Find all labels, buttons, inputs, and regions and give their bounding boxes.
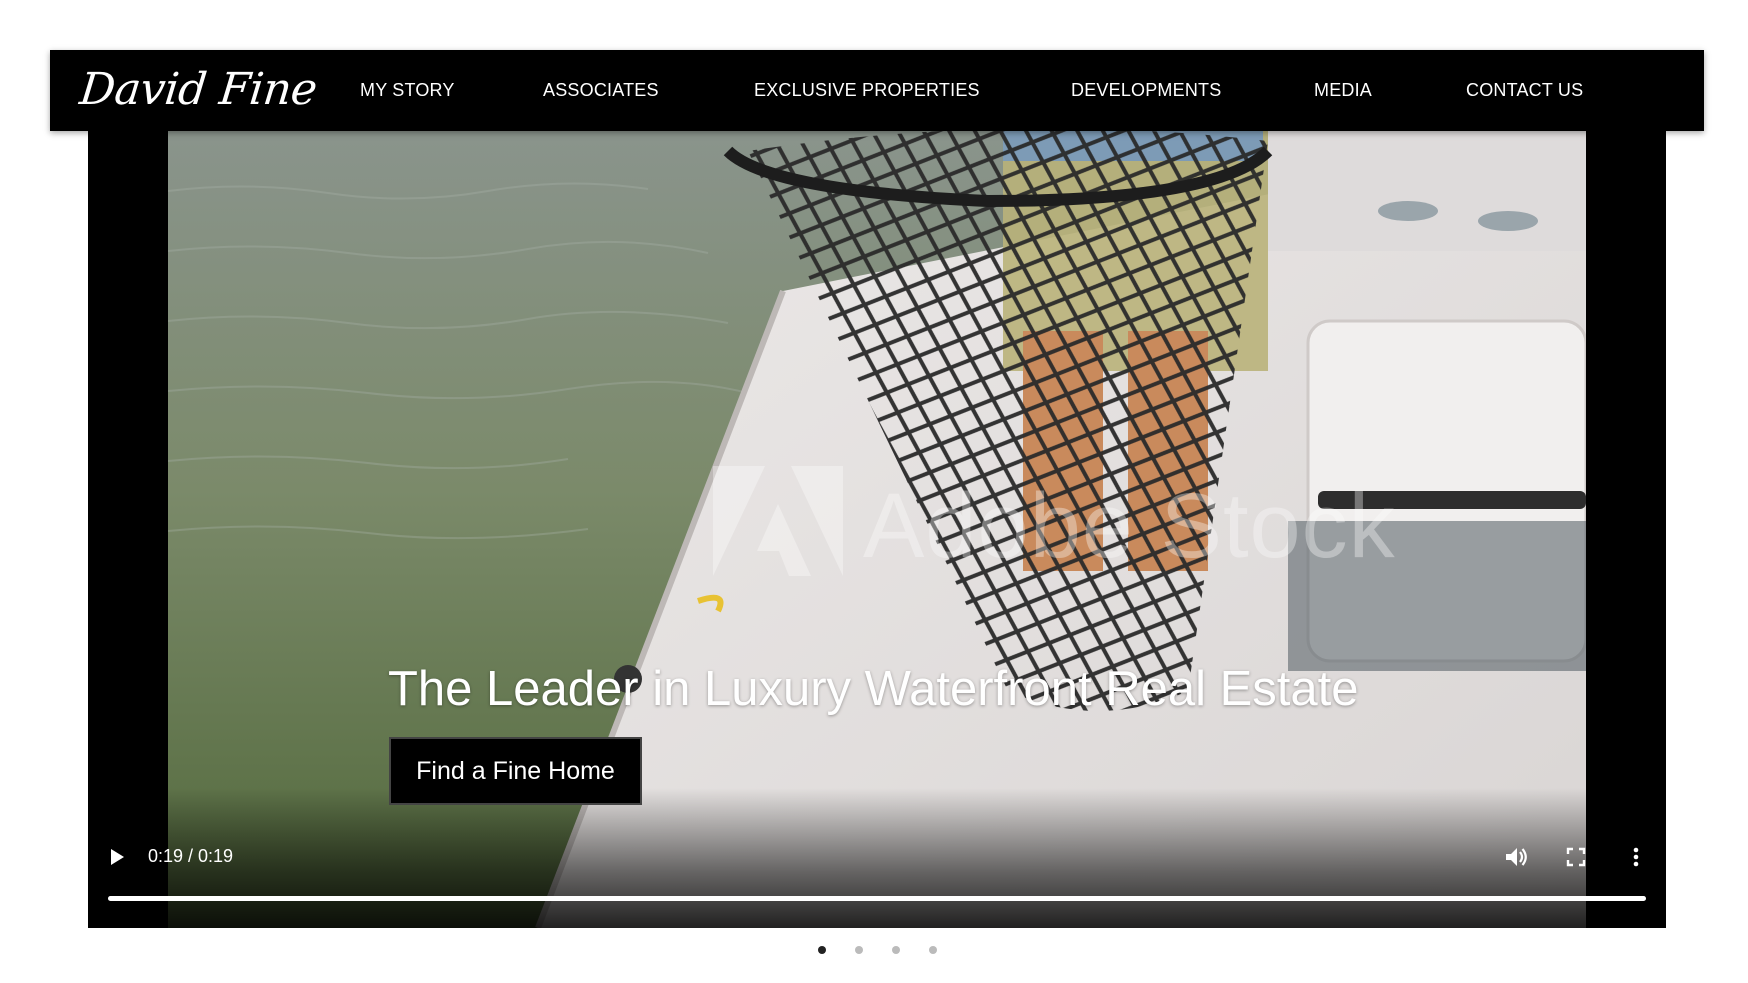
hero-headline: The Leader in Luxury Waterfront Real Est… [388,662,1359,716]
nav-item-associates[interactable]: ASSOCIATES [543,50,659,131]
carousel-dot[interactable] [892,946,900,954]
nav-item-exclusive-properties[interactable]: EXCLUSIVE PROPERTIES [754,50,980,131]
volume-icon [1506,848,1527,866]
fullscreen-icon [1566,847,1586,867]
carousel-dots [0,946,1748,956]
more-options-button[interactable] [1621,842,1651,872]
controls-overlay [88,788,1666,928]
video-time: 0:19 / 0:19 [148,846,234,866]
nav-item-my-story[interactable]: MY STORY [360,50,455,131]
more-vertical-icon [1633,847,1639,867]
volume-button[interactable] [1501,842,1531,872]
page: David Fine MY STORY ASSOCIATES EXCLUSIVE… [0,0,1748,983]
logo[interactable]: David Fine [77,60,320,120]
play-icon [111,849,124,865]
play-button[interactable] [102,842,132,872]
find-a-fine-home-button[interactable]: Find a Fine Home [389,737,642,805]
hero-video[interactable]: Adobe Stock The Leader in Luxury Waterfr… [88,131,1666,928]
carousel-dot[interactable] [929,946,937,954]
nav-item-contact-us[interactable]: CONTACT US [1466,50,1583,131]
carousel-dot[interactable] [855,946,863,954]
navigation-bar: David Fine MY STORY ASSOCIATES EXCLUSIVE… [50,50,1704,131]
nav-item-developments[interactable]: DEVELOPMENTS [1071,50,1221,131]
nav-item-media[interactable]: MEDIA [1314,50,1372,131]
fullscreen-button[interactable] [1561,842,1591,872]
video-progress-fill [108,896,1646,901]
video-progress-bar[interactable] [108,896,1646,901]
carousel-dot[interactable] [818,946,826,954]
